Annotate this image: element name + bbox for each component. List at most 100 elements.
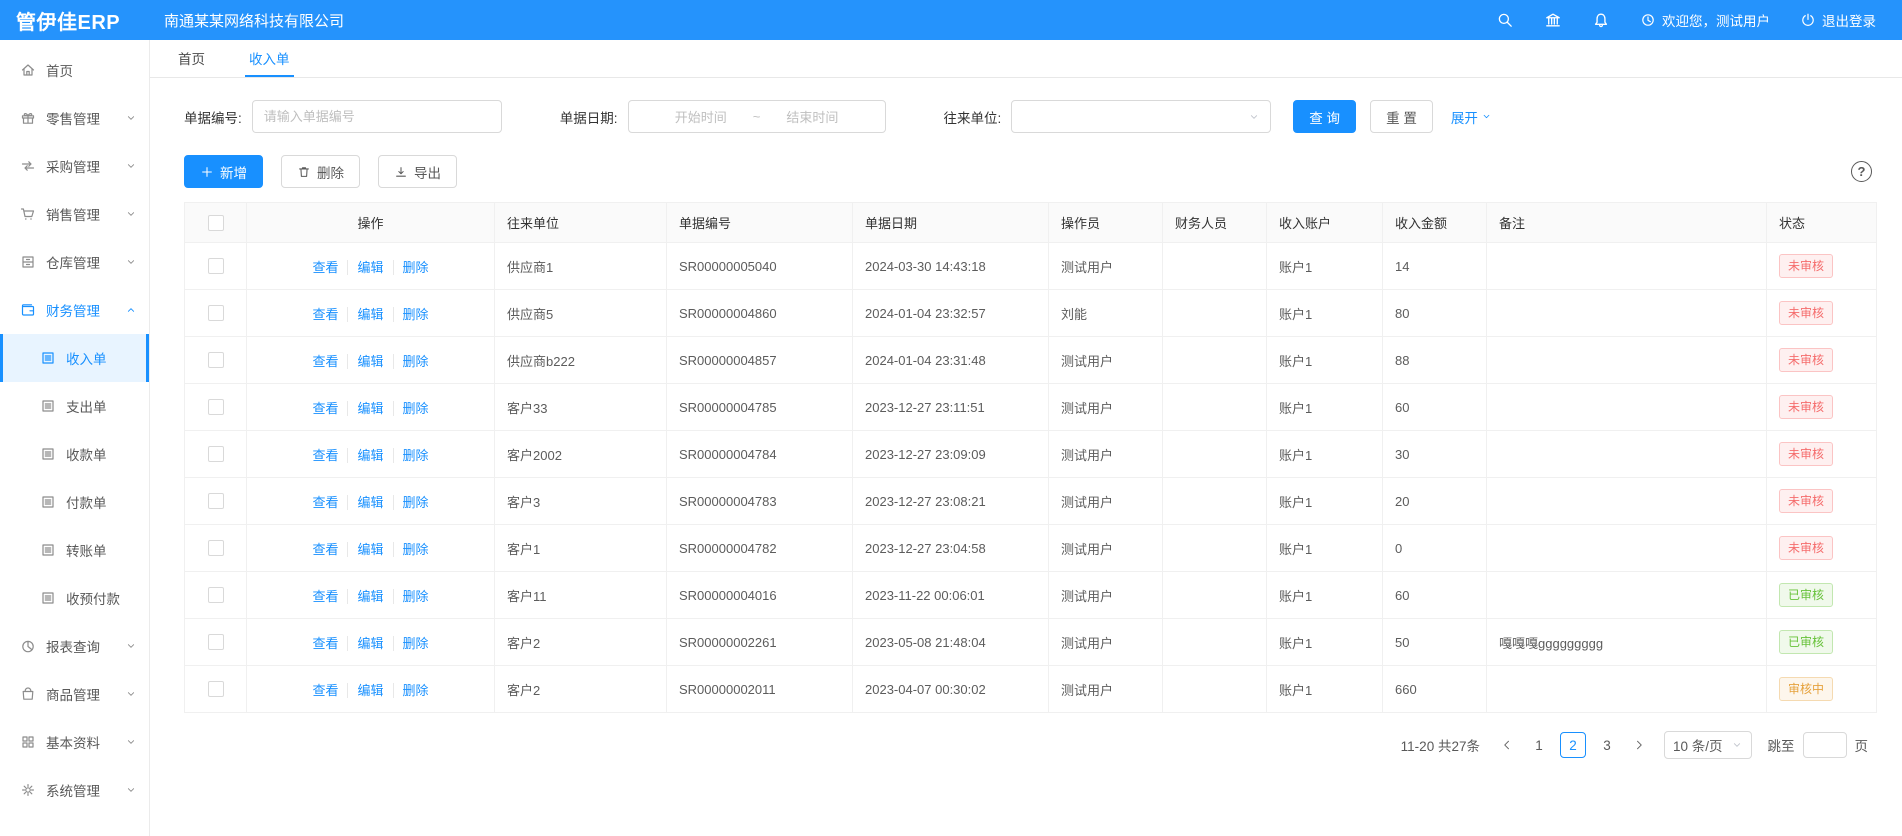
sidebar-item-基本资料[interactable]: 基本资料 [0, 718, 149, 766]
cell-status: 未审核 [1767, 337, 1877, 384]
delete-button[interactable]: 删除 [281, 155, 360, 188]
jump-prefix: 跳至 [1768, 735, 1795, 755]
bell-icon[interactable] [1592, 11, 1610, 29]
view-link[interactable]: 查看 [303, 354, 347, 369]
sidebar-item-仓库管理[interactable]: 仓库管理 [0, 238, 149, 286]
row-checkbox[interactable] [208, 493, 224, 509]
expand-link[interactable]: 展开 [1451, 107, 1492, 127]
edit-link[interactable]: 编辑 [347, 354, 392, 369]
page-number-2[interactable]: 2 [1560, 732, 1586, 758]
view-link[interactable]: 查看 [303, 448, 347, 463]
help-icon[interactable]: ? [1851, 161, 1872, 182]
page-size-select[interactable]: 10 条/页 [1664, 731, 1752, 759]
row-checkbox[interactable] [208, 634, 224, 650]
logout-button[interactable]: 退出登录 [1800, 10, 1876, 30]
delete-link[interactable]: 删除 [393, 495, 438, 510]
column-header: 财务人员 [1163, 203, 1267, 243]
select-all-checkbox[interactable] [208, 215, 224, 231]
edit-link[interactable]: 编辑 [347, 307, 392, 322]
search-icon[interactable] [1496, 11, 1514, 29]
cell-status: 未审核 [1767, 243, 1877, 290]
edit-link[interactable]: 编辑 [347, 495, 392, 510]
unit-select[interactable] [1011, 100, 1271, 133]
tab-收入单[interactable]: 收入单 [245, 40, 294, 77]
sidebar-item-零售管理[interactable]: 零售管理 [0, 94, 149, 142]
sidebar-item-label: 报表查询 [46, 636, 100, 656]
table-row: 查看编辑删除客户33SR000000047852023-12-27 23:11:… [185, 384, 1877, 431]
sidebar-item-支出单[interactable]: 支出单 [0, 382, 149, 430]
date-range-picker[interactable]: 开始时间 ~ 结束时间 [628, 100, 886, 133]
delete-link[interactable]: 删除 [393, 542, 438, 557]
sidebar-item-系统管理[interactable]: 系统管理 [0, 766, 149, 814]
page-number-3[interactable]: 3 [1594, 732, 1620, 758]
export-button[interactable]: 导出 [378, 155, 457, 188]
view-link[interactable]: 查看 [303, 636, 347, 651]
pagination-range: 11-20 共27条 [1401, 735, 1480, 755]
prev-page-icon[interactable] [1496, 734, 1518, 756]
sidebar-item-转账单[interactable]: 转账单 [0, 526, 149, 574]
sidebar-item-销售管理[interactable]: 销售管理 [0, 190, 149, 238]
next-page-icon[interactable] [1628, 734, 1650, 756]
view-link[interactable]: 查看 [303, 401, 347, 416]
sidebar-item-付款单[interactable]: 付款单 [0, 478, 149, 526]
row-checkbox[interactable] [208, 258, 224, 274]
row-checkbox[interactable] [208, 352, 224, 368]
delete-link[interactable]: 删除 [393, 636, 438, 651]
edit-link[interactable]: 编辑 [347, 683, 392, 698]
main-content: 首页收入单 单据编号: 单据日期: 开始时间 ~ 结束时间 往来单位: 查 询 … [150, 40, 1902, 836]
cell-unit: 客户2 [495, 619, 667, 666]
sidebar-item-首页[interactable]: 首页 [0, 46, 149, 94]
row-checkbox[interactable] [208, 446, 224, 462]
search-button[interactable]: 查 询 [1293, 100, 1356, 133]
edit-link[interactable]: 编辑 [347, 260, 392, 275]
edit-link[interactable]: 编辑 [347, 448, 392, 463]
sidebar-item-财务管理[interactable]: 财务管理 [0, 286, 149, 334]
column-header: 单据日期 [853, 203, 1049, 243]
view-link[interactable]: 查看 [303, 542, 347, 557]
cell-amount: 660 [1383, 666, 1487, 713]
basic-icon [20, 734, 36, 750]
app-logo[interactable]: 管伊佳ERP [0, 6, 150, 35]
reset-button[interactable]: 重 置 [1370, 100, 1433, 133]
doc-no-input[interactable] [252, 100, 502, 133]
add-button[interactable]: 新增 [184, 155, 263, 188]
cell-remark [1487, 431, 1767, 478]
cell-doc-date: 2023-12-27 23:11:51 [853, 384, 1049, 431]
row-checkbox[interactable] [208, 587, 224, 603]
row-checkbox[interactable] [208, 305, 224, 321]
delete-link[interactable]: 删除 [393, 307, 438, 322]
status-badge: 未审核 [1779, 301, 1833, 325]
edit-link[interactable]: 编辑 [347, 542, 392, 557]
welcome-user[interactable]: 欢迎您，测试用户 [1640, 10, 1770, 30]
edit-link[interactable]: 编辑 [347, 589, 392, 604]
view-link[interactable]: 查看 [303, 495, 347, 510]
edit-link[interactable]: 编辑 [347, 401, 392, 416]
row-checkbox[interactable] [208, 399, 224, 415]
row-checkbox[interactable] [208, 681, 224, 697]
page-number-1[interactable]: 1 [1526, 732, 1552, 758]
view-link[interactable]: 查看 [303, 683, 347, 698]
sidebar-item-采购管理[interactable]: 采购管理 [0, 142, 149, 190]
sidebar-item-收款单[interactable]: 收款单 [0, 430, 149, 478]
jump-page-input[interactable] [1803, 732, 1847, 758]
view-link[interactable]: 查看 [303, 589, 347, 604]
delete-link[interactable]: 删除 [393, 448, 438, 463]
bank-icon[interactable] [1544, 11, 1562, 29]
sidebar-item-报表查询[interactable]: 报表查询 [0, 622, 149, 670]
sidebar-item-label: 系统管理 [46, 780, 100, 800]
edit-link[interactable]: 编辑 [347, 636, 392, 651]
sidebar-item-商品管理[interactable]: 商品管理 [0, 670, 149, 718]
delete-link[interactable]: 删除 [393, 401, 438, 416]
sidebar-item-收预付款[interactable]: 收预付款 [0, 574, 149, 622]
row-checkbox[interactable] [208, 540, 224, 556]
sidebar-item-收入单[interactable]: 收入单 [0, 334, 149, 382]
view-link[interactable]: 查看 [303, 260, 347, 275]
delete-link[interactable]: 删除 [393, 354, 438, 369]
delete-link[interactable]: 删除 [393, 260, 438, 275]
cell-status: 已审核 [1767, 572, 1877, 619]
tab-首页[interactable]: 首页 [174, 40, 209, 77]
delete-link[interactable]: 删除 [393, 683, 438, 698]
cell-status: 未审核 [1767, 478, 1877, 525]
view-link[interactable]: 查看 [303, 307, 347, 322]
delete-link[interactable]: 删除 [393, 589, 438, 604]
